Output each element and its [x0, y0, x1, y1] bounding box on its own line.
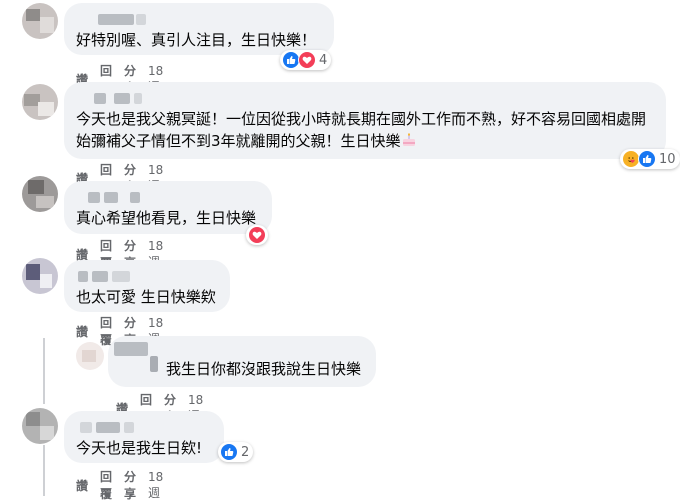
thread-line — [43, 445, 45, 496]
avatar[interactable] — [22, 84, 58, 120]
reaction-count: 4 — [319, 52, 328, 68]
comment-bubble: 今天也是我生日欸! — [64, 411, 224, 463]
comment-bubble: 今天也是我父親冥誕！一位因從我小時就長期在國外工作而不熟，好不容易回國相處開 始… — [64, 82, 666, 159]
comment-bubble: 好特別喔、真引人注目，生日快樂！ — [64, 3, 334, 55]
avatar[interactable] — [76, 342, 104, 370]
author-name-blurred[interactable] — [114, 342, 164, 372]
comment-text: 真心希望他看見，生日快樂 — [76, 209, 257, 227]
comment-text: 我生日你都沒跟我說生日快樂 — [166, 360, 362, 378]
author-name-blurred[interactable] — [76, 189, 260, 205]
reaction-count: 10 — [659, 151, 676, 167]
reply-action[interactable]: 回覆 — [100, 468, 112, 502]
comment-bubble: 我生日你都沒跟我說生日快樂 — [108, 336, 376, 387]
avatar[interactable] — [22, 3, 58, 39]
reaction-summary[interactable]: 2 — [218, 442, 254, 462]
love-icon — [248, 226, 266, 244]
birthday-cake-icon — [401, 131, 417, 146]
author-name-blurred[interactable] — [76, 11, 322, 27]
reply-thread-line — [43, 338, 45, 404]
author-name-blurred[interactable] — [76, 90, 654, 106]
comment-bubble: 也太可愛 生日快樂欸 — [64, 260, 230, 312]
like-icon — [220, 443, 238, 461]
like-action[interactable]: 讚 — [76, 323, 88, 340]
comment-text: 也太可愛 生日快樂欸 — [76, 288, 216, 306]
avatar[interactable] — [22, 258, 58, 294]
like-icon — [638, 150, 656, 168]
love-icon — [298, 51, 316, 69]
reaction-summary[interactable] — [246, 225, 268, 245]
avatar[interactable] — [22, 176, 58, 212]
reaction-summary[interactable]: 10 — [620, 149, 680, 169]
author-name-blurred[interactable] — [76, 419, 212, 435]
reaction-summary[interactable]: 4 — [280, 50, 332, 70]
share-action[interactable]: 分享 — [124, 468, 136, 502]
avatar[interactable] — [22, 408, 58, 444]
comment-actions: 讚 回覆 分享 18週 — [76, 468, 163, 502]
comment-text: 今天也是我父親冥誕！一位因從我小時就長期在國外工作而不熟，好不容易回國相處開 始… — [76, 110, 647, 150]
comment-text: 今天也是我生日欸! — [76, 439, 203, 457]
like-action[interactable]: 讚 — [76, 477, 88, 494]
reaction-count: 2 — [241, 444, 250, 460]
comment-text: 好特別喔、真引人注目，生日快樂！ — [76, 31, 317, 49]
author-name-blurred[interactable] — [76, 268, 218, 284]
comment-bubble: 真心希望他看見，生日快樂 — [64, 181, 272, 234]
